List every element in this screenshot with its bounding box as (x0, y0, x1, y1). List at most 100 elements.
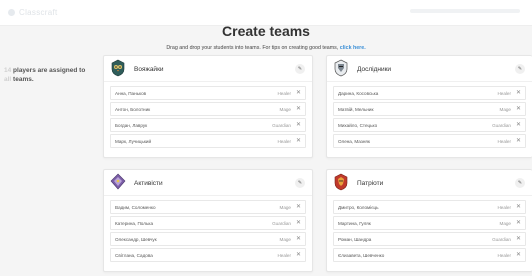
player-list: Дарина, Косовська Healer ✕ Матвій, Мельн… (327, 82, 532, 148)
player-name: Дарина, Косовська (338, 90, 379, 96)
subtitle-text: Drag and drop your students into teams. … (166, 45, 340, 51)
player-role: Guardian (272, 220, 291, 226)
tips-link[interactable]: click here. (340, 45, 366, 51)
team-card-header: Дослідники ✎ (327, 56, 532, 82)
player-role: Mage (279, 204, 292, 210)
edit-team-button[interactable]: ✎ (295, 178, 305, 188)
remove-player-icon[interactable]: ✕ (296, 106, 301, 113)
player-item[interactable]: Михайло, Стецько Guardian ✕ (333, 118, 526, 132)
player-name: Дмитро, Коломієць (338, 204, 379, 210)
assigned-text: players are assigned to (11, 67, 86, 74)
assignment-status: 14 players are assigned to all teams. (0, 66, 95, 84)
remove-player-icon[interactable]: ✕ (296, 122, 301, 129)
top-navigation-links[interactable] (410, 9, 520, 13)
remove-player-icon[interactable]: ✕ (516, 138, 521, 145)
logo-icon (8, 9, 15, 16)
team-name: Активісти (134, 180, 163, 187)
player-item[interactable]: Богдан, Лаврук Guardian ✕ (110, 118, 306, 132)
player-item[interactable]: Роман, Шандра Guardian ✕ (333, 232, 526, 246)
player-role: Guardian (492, 236, 511, 242)
team-card-header: Патріоти ✎ (327, 170, 532, 196)
team-name: Дослідники (357, 66, 392, 73)
player-role: Mage (499, 106, 512, 112)
remove-player-icon[interactable]: ✕ (296, 220, 301, 227)
assigned-text-cut: all (4, 76, 14, 83)
player-item[interactable]: Олена, Мазняк Healer ✕ (333, 134, 526, 148)
team-name: Патріоти (357, 180, 384, 187)
remove-player-icon[interactable]: ✕ (296, 138, 301, 145)
player-role: Healer (497, 252, 511, 258)
remove-player-icon[interactable]: ✕ (516, 90, 521, 97)
remove-player-icon[interactable]: ✕ (516, 236, 521, 243)
player-name: Світлана, Садова (115, 252, 153, 258)
remove-player-icon[interactable]: ✕ (516, 106, 521, 113)
player-role: Healer (497, 138, 511, 144)
player-role: Healer (277, 138, 291, 144)
player-name: Єлизавета, Шевченко (338, 252, 385, 258)
player-role: Mage (279, 236, 292, 242)
remove-player-icon[interactable]: ✕ (296, 236, 301, 243)
team-card: Дослідники ✎ Дарина, Косовська Healer ✕ … (326, 55, 532, 158)
player-role: Mage (279, 106, 292, 112)
knight-crest-icon (334, 59, 348, 77)
player-list: Анна, Паньков Healer ✕ Антон, Болотник M… (104, 82, 312, 148)
dragon-crest-icon (110, 173, 126, 190)
assigned-text-2: teams. (13, 76, 34, 83)
player-role: Guardian (272, 122, 291, 128)
page-subtitle: Drag and drop your students into teams. … (0, 45, 532, 51)
remove-player-icon[interactable]: ✕ (516, 252, 521, 259)
player-list: Дмитро, Коломієць Healer ✕ Мартина, Гуля… (327, 196, 532, 262)
player-role: Guardian (492, 122, 511, 128)
remove-player-icon[interactable]: ✕ (296, 252, 301, 259)
player-role: Healer (277, 252, 291, 258)
player-name: Матвій, Мельник (338, 106, 374, 112)
team-card: Патріоти ✎ Дмитро, Коломієць Healer ✕ Ма… (326, 169, 532, 272)
player-item[interactable]: Світлана, Садова Healer ✕ (110, 248, 306, 262)
player-role: Mage (499, 220, 512, 226)
edit-team-button[interactable]: ✎ (515, 178, 525, 188)
player-item[interactable]: Мартина, Гуляк Mage ✕ (333, 216, 526, 230)
wolf-crest-icon (334, 173, 348, 191)
team-card: Вояжайки ✎ Анна, Паньков Healer ✕ Антон,… (103, 55, 313, 158)
player-role: Healer (277, 90, 291, 96)
remove-player-icon[interactable]: ✕ (296, 204, 301, 211)
team-card-header: Вояжайки ✎ (104, 56, 312, 82)
remove-player-icon[interactable]: ✕ (296, 90, 301, 97)
player-role: Healer (497, 90, 511, 96)
player-name: Олександр, Шевчук (115, 236, 157, 242)
player-name: Марк, Лучицький (115, 138, 152, 144)
player-item[interactable]: Дарина, Косовська Healer ✕ (333, 86, 526, 100)
app-logo[interactable]: Classcraft (8, 8, 58, 17)
edit-team-button[interactable]: ✎ (295, 64, 305, 74)
edit-team-button[interactable]: ✎ (515, 64, 525, 74)
player-name: Олена, Мазняк (338, 138, 370, 144)
remove-player-icon[interactable]: ✕ (516, 122, 521, 129)
player-item[interactable]: Катерина, Полька Guardian ✕ (110, 216, 306, 230)
player-item[interactable]: Олександр, Шевчук Mage ✕ (110, 232, 306, 246)
player-item[interactable]: Марк, Лучицький Healer ✕ (110, 134, 306, 148)
remove-player-icon[interactable]: ✕ (516, 220, 521, 227)
player-name: Мартина, Гуляк (338, 220, 371, 226)
player-item[interactable]: Дмитро, Коломієць Healer ✕ (333, 200, 526, 214)
player-name: Анна, Паньков (115, 90, 147, 96)
owl-crest-icon (111, 59, 125, 77)
player-name: Роман, Шандра (338, 236, 372, 242)
player-list: Вадим, Соломенко Mage ✕ Катерина, Полька… (104, 196, 312, 262)
player-name: Богдан, Лаврук (115, 122, 148, 128)
player-item[interactable]: Антон, Болотник Mage ✕ (110, 102, 306, 116)
player-name: Катерина, Полька (115, 220, 153, 226)
player-name: Антон, Болотник (115, 106, 151, 112)
team-card-header: Активісти ✎ (104, 170, 312, 196)
team-name: Вояжайки (134, 66, 164, 73)
player-item[interactable]: Анна, Паньков Healer ✕ (110, 86, 306, 100)
player-item[interactable]: Матвій, Мельник Mage ✕ (333, 102, 526, 116)
remove-player-icon[interactable]: ✕ (516, 204, 521, 211)
team-card: Активісти ✎ Вадим, Соломенко Mage ✕ Кате… (103, 169, 313, 272)
player-role: Healer (497, 204, 511, 210)
player-name: Вадим, Соломенко (115, 204, 156, 210)
player-item[interactable]: Вадим, Соломенко Mage ✕ (110, 200, 306, 214)
app-brand-name: Classcraft (19, 8, 58, 17)
page-title: Create teams (222, 23, 310, 39)
player-item[interactable]: Єлизавета, Шевченко Healer ✕ (333, 248, 526, 262)
player-name: Михайло, Стецько (338, 122, 378, 128)
